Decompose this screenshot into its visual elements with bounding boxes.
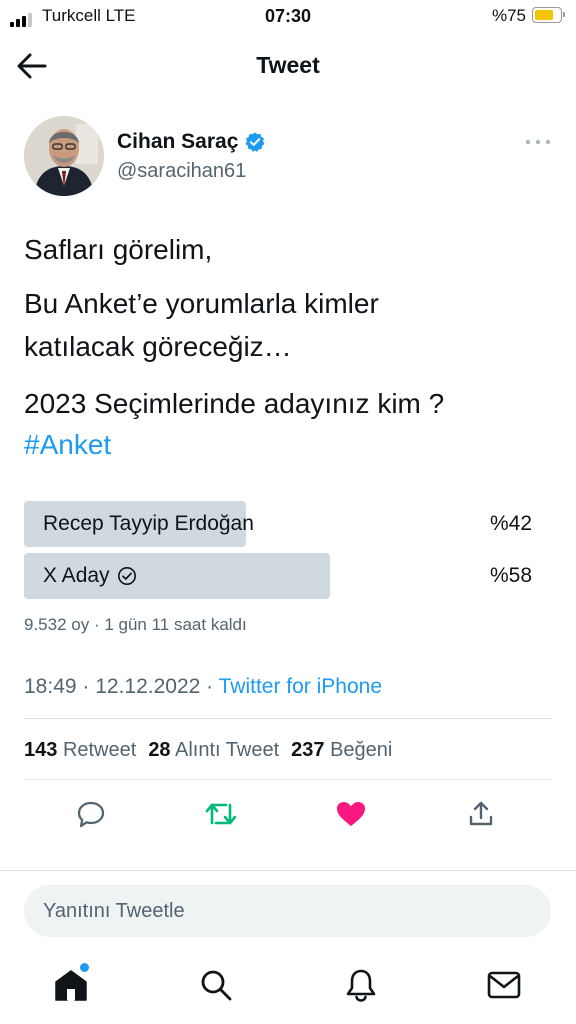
reply-input[interactable]: Yanıtını Tweetle <box>24 885 551 937</box>
tweet-text-line: katılacak göreceğiz… <box>24 331 292 362</box>
poll-option-label: Recep Tayyip Erdoğan <box>43 512 254 535</box>
tab-messages[interactable] <box>484 963 524 1007</box>
poll-option-percent: %42 <box>489 512 532 535</box>
tab-notifications[interactable] <box>341 963 381 1007</box>
home-icon <box>55 970 87 1001</box>
poll-option-2[interactable]: X Aday %58 <box>24 553 552 599</box>
author-handle[interactable]: @saracihan61 <box>117 160 246 183</box>
likes-stat[interactable]: 237 Beğeni <box>291 739 392 762</box>
hashtag-link[interactable]: #Anket <box>24 429 111 461</box>
reply-placeholder: Yanıtını Tweetle <box>43 900 185 922</box>
status-bar: Turkcell LTE 07:30 %75 <box>0 0 576 34</box>
new-content-dot <box>80 963 89 972</box>
quote-tweets-stat[interactable]: 28 Alıntı Tweet <box>148 739 279 762</box>
tweet-time-date: 18:49 · 12.12.2022 · <box>24 675 219 698</box>
avatar[interactable] <box>24 116 104 196</box>
tweet-text-line: 2023 Seçimlerinde adayınız kim ? <box>24 388 445 419</box>
reply-icon <box>77 801 105 828</box>
status-time: 07:30 <box>264 6 312 26</box>
poll-option-label: X Aday <box>43 564 110 587</box>
tweet-source-link[interactable]: Twitter for iPhone <box>219 675 382 698</box>
tweet-text-line: Bu Anket’e yorumlarla kimler <box>24 288 379 319</box>
author-name[interactable]: Cihan Saraç <box>117 130 238 154</box>
divider <box>0 870 576 871</box>
like-button[interactable] <box>333 796 369 832</box>
retweets-stat[interactable]: 143 Retweet <box>24 739 136 762</box>
notifications-icon <box>346 969 376 1002</box>
author-name-row: Cihan Saraç <box>117 130 266 154</box>
divider <box>24 779 552 780</box>
tab-home[interactable] <box>51 963 91 1007</box>
share-icon <box>469 801 493 826</box>
tab-search[interactable] <box>196 963 236 1007</box>
tweet-timestamp: 18:49 · 12.12.2022 · Twitter for iPhone <box>24 675 382 699</box>
poll-option-1[interactable]: Recep Tayyip Erdoğan %42 <box>24 501 552 547</box>
heart-filled-icon <box>337 802 365 826</box>
battery-icon <box>532 7 565 23</box>
poll-meta: 9.532 oy · 1 gün 11 saat kaldı <box>24 615 247 634</box>
page-title: Tweet <box>256 52 320 78</box>
more-dots-icon <box>525 139 551 145</box>
top-navigation-bar: Tweet <box>0 34 576 98</box>
check-circle-icon <box>117 567 136 585</box>
battery-percent: %75 <box>491 6 526 25</box>
poll-option-percent: %58 <box>489 564 532 587</box>
search-icon <box>201 970 232 1001</box>
engagement-stats: 143 Retweet 28 Alıntı Tweet 237 Beğeni <box>24 739 392 762</box>
reply-button[interactable] <box>73 796 109 832</box>
divider <box>24 718 552 719</box>
retweet-button[interactable] <box>203 796 239 832</box>
share-button[interactable] <box>463 796 499 832</box>
more-options-button[interactable] <box>524 134 552 150</box>
retweet-icon <box>205 803 237 825</box>
tweet-text-line: Safları görelim, <box>24 234 213 265</box>
messages-icon <box>487 971 521 999</box>
verified-badge-icon <box>245 132 265 152</box>
